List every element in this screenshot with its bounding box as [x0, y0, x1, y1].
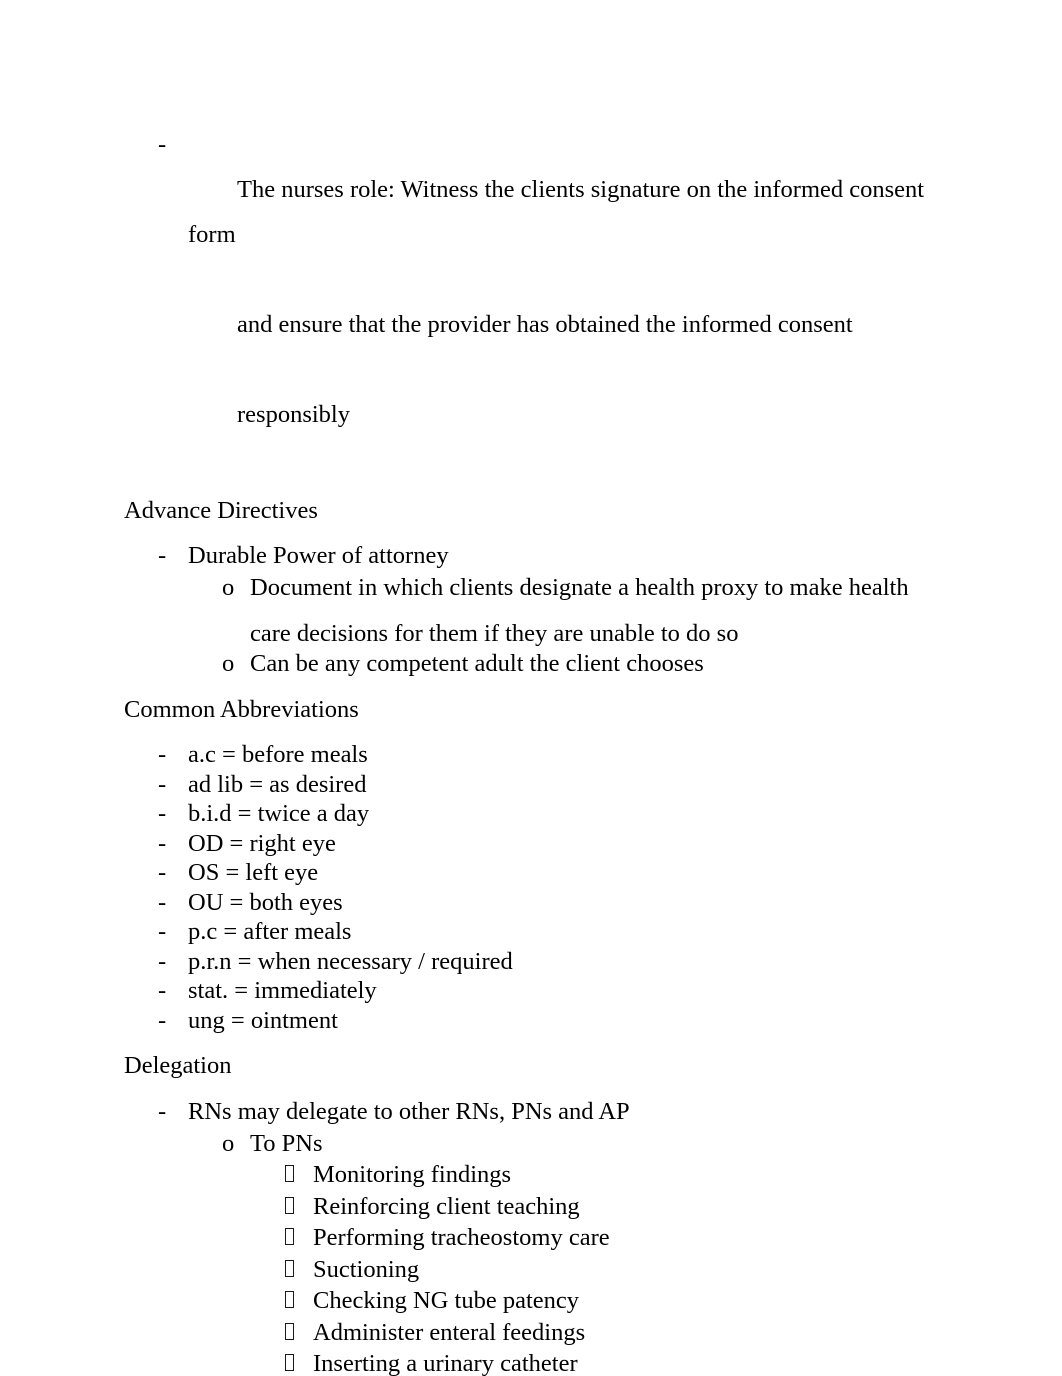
list-item-label: Can be any competent adult the client ch…: [250, 649, 704, 677]
delegation-task: Checking NG tube patency: [313, 1287, 580, 1314]
list-item: Inserting a urinary catheter: [124, 1348, 954, 1376]
list-item: o Document in which clients designate a …: [124, 572, 954, 604]
list-item: - p.c = after meals: [124, 917, 954, 947]
bullet-dash: -: [158, 131, 167, 158]
list-item-label: RNs may delegate to other RNs, PNs and A…: [188, 1098, 630, 1125]
list-item: Performing tracheostomy care: [124, 1222, 954, 1254]
intro-line-1: The nurses role: Witness the clients sig…: [188, 176, 931, 248]
list-item: - stat. = immediately: [124, 976, 954, 1006]
section-heading-common-abbreviations: Common Abbreviations: [124, 696, 359, 723]
intro-paragraph: The nurses role: Witness the clients sig…: [188, 122, 954, 482]
delegation-task: Inserting a urinary catheter: [313, 1350, 578, 1376]
bullet-box-icon: [285, 1285, 313, 1308]
bullet-dash: -: [158, 918, 167, 945]
bullet-dash: -: [158, 770, 167, 798]
bullet-box-icon: [285, 1159, 313, 1182]
delegation-task: Administer enteral feedings: [313, 1318, 586, 1346]
bullet-circle: o: [222, 649, 235, 677]
list-item: - Durable Power of attorney: [124, 540, 954, 572]
section-heading-delegation: Delegation: [124, 1052, 232, 1079]
list-item-continuation: care decisions for them if they are unab…: [250, 620, 739, 647]
list-item: Reinforcing client teaching: [124, 1191, 954, 1223]
abbreviation-entry: a.c = before meals: [188, 741, 368, 768]
bullet-box-icon: [285, 1222, 313, 1245]
list-item: - OU = both eyes: [124, 888, 954, 918]
delegation-task: Suctioning: [313, 1255, 420, 1283]
list-item-label: Document in which clients designate a he…: [250, 573, 909, 601]
bullet-box-icon: [285, 1191, 313, 1214]
list-item: - ad lib = as desired: [124, 770, 954, 800]
delegation-task: Monitoring findings: [313, 1161, 512, 1188]
bullet-box-icon: [285, 1317, 313, 1340]
bullet-box-icon: [285, 1348, 313, 1371]
list-item: - RNs may delegate to other RNs, PNs and…: [124, 1096, 954, 1128]
abbreviation-entry: OS = left eye: [188, 859, 319, 886]
delegation-task: Performing tracheostomy care: [313, 1224, 610, 1251]
list-item: - a.c = before meals: [124, 740, 954, 770]
delegation-task-list-pns: Monitoring findings Reinforcing client t…: [124, 1159, 954, 1376]
bullet-dash: -: [158, 859, 167, 886]
list-item-label: Durable Power of attorney: [188, 542, 449, 569]
bullet-dash: -: [158, 1098, 167, 1125]
delegation-task: Reinforcing client teaching: [313, 1192, 580, 1220]
intro-line-3: responsibly: [237, 401, 350, 428]
list-item: o Can be any competent adult the client …: [124, 649, 954, 679]
bullet-circle: o: [222, 1129, 235, 1157]
list-item: - The nurses role: Witness the clients s…: [124, 122, 954, 482]
delegation-group-label: To PNs: [250, 1129, 323, 1157]
abbreviation-list: - a.c = before meals - ad lib = as desir…: [124, 740, 954, 1035]
abbreviation-entry: b.i.d = twice a day: [188, 800, 370, 827]
bullet-dash: -: [158, 947, 167, 975]
abbreviation-entry: p.c = after meals: [188, 918, 352, 945]
list-item: o To PNs: [124, 1128, 954, 1160]
intro-line-2: and ensure that the provider has obtaine…: [237, 311, 853, 338]
bullet-dash: -: [158, 800, 167, 827]
bullet-dash: -: [158, 542, 167, 569]
bullet-circle: o: [222, 573, 235, 601]
abbreviation-entry: OD = right eye: [188, 829, 336, 857]
list-item: Checking NG tube patency: [124, 1285, 954, 1317]
abbreviation-entry: p.r.n = when necessary / required: [188, 947, 513, 975]
abbreviation-entry: stat. = immediately: [188, 977, 377, 1004]
bullet-dash: -: [158, 741, 167, 768]
bullet-dash: -: [158, 1006, 167, 1034]
bullet-box-icon: [285, 1254, 313, 1277]
list-item: - ung = ointment: [124, 1006, 954, 1036]
abbreviation-entry: OU = both eyes: [188, 888, 343, 916]
list-item: Suctioning: [124, 1254, 954, 1286]
bullet-dash: -: [158, 829, 167, 857]
abbreviation-entry: ung = ointment: [188, 1006, 338, 1034]
list-item: - OD = right eye: [124, 829, 954, 859]
bullet-dash: -: [158, 977, 167, 1004]
list-item: - p.r.n = when necessary / required: [124, 947, 954, 977]
abbreviation-entry: ad lib = as desired: [188, 770, 367, 798]
list-item: - b.i.d = twice a day: [124, 799, 954, 829]
section-heading-advance-directives: Advance Directives: [124, 497, 318, 524]
bullet-dash: -: [158, 888, 167, 916]
list-item: - OS = left eye: [124, 858, 954, 888]
document-page: - The nurses role: Witness the clients s…: [0, 0, 1062, 1376]
list-item: Administer enteral feedings: [124, 1317, 954, 1349]
list-item: Monitoring findings: [124, 1159, 954, 1191]
document-body: - The nurses role: Witness the clients s…: [124, 122, 954, 1376]
